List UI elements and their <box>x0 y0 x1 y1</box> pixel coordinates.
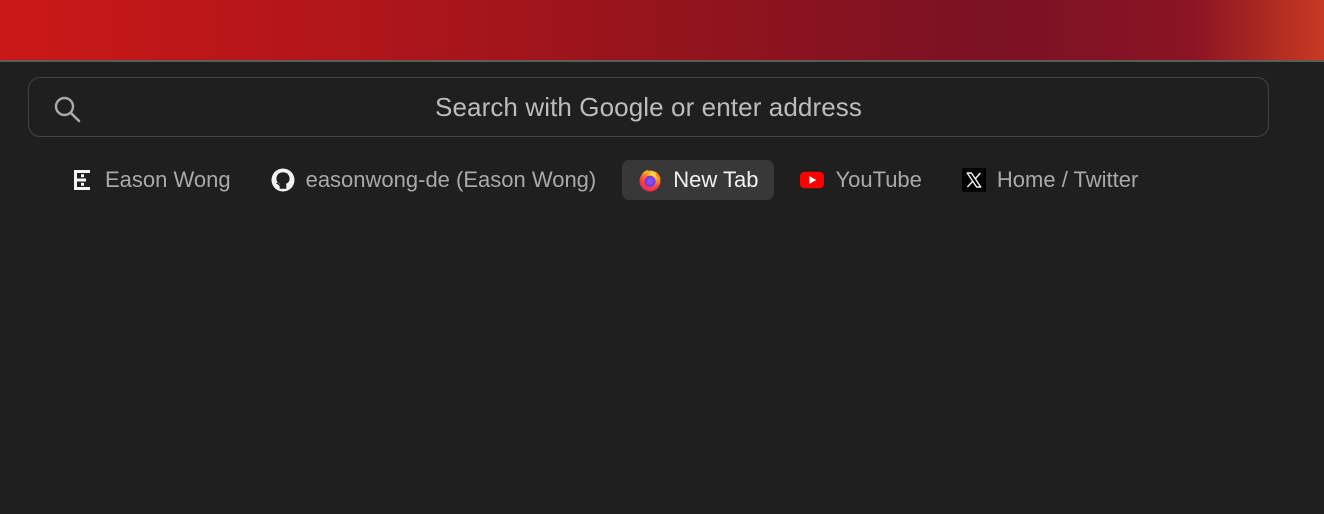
bookmark-youtube[interactable]: YouTube <box>786 160 935 200</box>
bookmark-label: YouTube <box>835 167 922 192</box>
search-placeholder: Search with Google or enter address <box>435 91 862 122</box>
youtube-icon <box>800 168 825 192</box>
firefox-icon <box>638 168 662 192</box>
browser-new-tab-page: Search with Google or enter address Easo… <box>0 0 1324 514</box>
github-icon <box>271 168 295 192</box>
bookmark-label: New Tab <box>673 167 759 192</box>
toolbar-divider <box>0 60 1324 62</box>
bookmark-eason-wong[interactable]: Eason Wong <box>56 160 245 200</box>
bookmark-label: easonwong-de (Eason Wong) <box>305 167 597 192</box>
x-icon <box>961 168 986 192</box>
toolbar-background <box>0 0 1324 60</box>
bookmark-github[interactable]: easonwong-de (Eason Wong) <box>257 160 611 200</box>
bookmarks-bar: Eason Wong easonwong-de (Eason Wong) New… <box>56 160 1164 200</box>
search-icon <box>53 95 81 123</box>
bookmark-label: Home / Twitter <box>996 167 1139 192</box>
bookmark-twitter[interactable]: Home / Twitter <box>948 160 1152 200</box>
eason-logo-icon <box>70 168 94 192</box>
bookmark-label: Eason Wong <box>105 167 231 192</box>
bookmark-new-tab[interactable]: New Tab <box>622 160 775 200</box>
address-search-bar[interactable]: Search with Google or enter address <box>28 77 1269 137</box>
